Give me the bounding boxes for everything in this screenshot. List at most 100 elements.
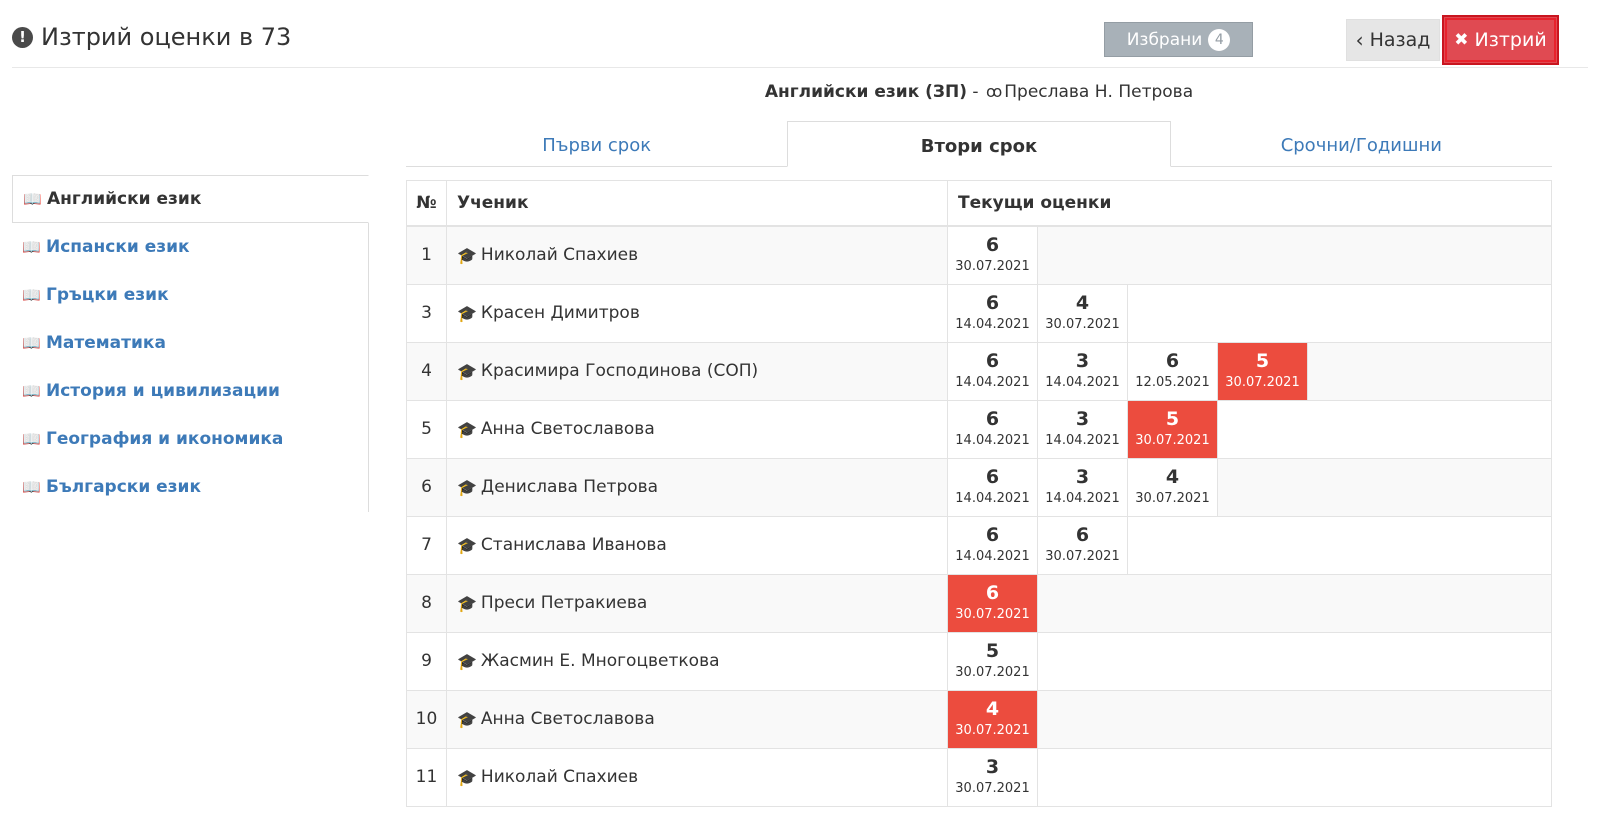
grade-date: 14.04.2021: [955, 549, 1030, 564]
grade-value: 4: [985, 698, 1000, 720]
sidebar-item-label: Английски език: [47, 189, 202, 209]
student-cell: 🎓 Станислава Иванова: [446, 515, 948, 575]
grade-date: 30.07.2021: [1225, 375, 1300, 390]
grade-item[interactable]: 6 14.04.2021: [948, 400, 1038, 458]
grade-date: 14.04.2021: [955, 433, 1030, 448]
row-number: 6: [406, 457, 447, 517]
grades-cell: 6 14.04.2021 3 14.04.2021 5 30.07.2021: [947, 399, 1552, 459]
grade-date: 30.07.2021: [1045, 549, 1120, 564]
grade-item[interactable]: 6 30.07.2021: [948, 226, 1038, 284]
grades-table: № Ученик Текущи оценки 1 🎓 Николай Спахиев…: [406, 180, 1552, 807]
tab-first-term[interactable]: Първи срок: [406, 121, 787, 166]
sidebar-item-history[interactable]: 📖 История и цивилизации: [12, 367, 368, 415]
grade-value: 6: [1075, 524, 1090, 546]
grades-cell: 6 14.04.2021 3 14.04.2021 6 12.05.2021 5 30.07.…: [947, 341, 1552, 401]
grade-item[interactable]: 3 14.04.2021: [1038, 400, 1128, 458]
grade-date: 30.07.2021: [955, 259, 1030, 274]
book-icon: 📖: [22, 478, 41, 496]
student-name: Анна Светославова: [480, 709, 655, 729]
row-number: 4: [406, 341, 447, 401]
grade-item[interactable]: 6 14.04.2021: [948, 342, 1038, 400]
grade-value: 6: [985, 350, 1000, 372]
grade-value: 6: [985, 466, 1000, 488]
grade-date: 30.07.2021: [955, 781, 1030, 796]
page-title: ! Изтрий оценки в 73: [12, 20, 291, 54]
grades-cell: 6 14.04.2021 6 30.07.2021: [947, 515, 1552, 575]
grade-item[interactable]: 4 30.07.2021: [1128, 458, 1218, 516]
subject-name: Английски език (ЗП): [764, 82, 967, 102]
table-row: 4 🎓 Красимира Господинова (СОП) 6 14.04.2021…: [406, 341, 1552, 401]
grade-item[interactable]: 5 30.07.2021: [948, 632, 1038, 690]
student-name: Анна Светославова: [480, 419, 655, 439]
book-icon: 📖: [22, 334, 41, 352]
grade-item[interactable]: 6 14.04.2021: [948, 284, 1038, 342]
student-cell: 🎓 Анна Светославова: [446, 399, 948, 459]
grade-item[interactable]: 3 14.04.2021: [1038, 458, 1128, 516]
sidebar-item-math[interactable]: 📖 Математика: [12, 319, 368, 367]
grade-item[interactable]: 4 30.07.2021: [1038, 284, 1128, 342]
grade-date: 12.05.2021: [1135, 375, 1210, 390]
sidebar-item-english[interactable]: 📖 Английски език: [12, 175, 369, 223]
student-cell: 🎓 Денислава Петрова: [446, 457, 948, 517]
table-row: 7 🎓 Станислава Иванова 6 14.04.2021 6 30.07.20…: [406, 515, 1552, 575]
graduation-cap-icon: 🎓: [457, 651, 477, 671]
table-row: 9 🎓 Жасмин Е. Многоцветкова 5 30.07.2021: [406, 631, 1552, 691]
grade-item[interactable]: 6 14.04.2021: [948, 516, 1038, 574]
student-name: Николай Спахиев: [480, 767, 639, 787]
sidebar-item-geography[interactable]: 📖 География и икономика: [12, 415, 368, 463]
grade-date: 30.07.2021: [1135, 433, 1210, 448]
grade-value: 4: [1075, 292, 1090, 314]
student-name: Красен Димитров: [480, 303, 640, 323]
table-row: 11 🎓 Николай Спахиев 3 30.07.2021: [406, 747, 1552, 807]
row-number: 3: [406, 283, 447, 343]
grade-item-marked[interactable]: 5 30.07.2021: [1128, 400, 1218, 458]
glasses-icon: ꝏ: [985, 82, 1003, 101]
student-name: Станислава Иванова: [480, 535, 667, 555]
col-header-no: №: [406, 180, 447, 227]
graduation-cap-icon: 🎓: [457, 535, 477, 555]
grade-date: 30.07.2021: [1135, 491, 1210, 506]
grades-cell: 6 14.04.2021 4 30.07.2021: [947, 283, 1552, 343]
back-button[interactable]: ‹ Назад: [1346, 19, 1440, 61]
grade-value: 4: [1165, 466, 1180, 488]
student-name: Красимира Господинова (СОП): [480, 361, 759, 381]
favorites-count-badge: 4: [1208, 28, 1231, 51]
grade-date: 14.04.2021: [1045, 491, 1120, 506]
grade-item[interactable]: 6 14.04.2021: [948, 458, 1038, 516]
tab-term-yearly[interactable]: Срочни/Годишни: [1171, 121, 1552, 166]
book-icon: 📖: [22, 238, 41, 256]
book-icon: 📖: [23, 190, 42, 208]
grade-date: 14.04.2021: [955, 375, 1030, 390]
close-icon: ✖: [1454, 30, 1469, 50]
grade-item-marked[interactable]: 6 30.07.2021: [948, 574, 1038, 632]
subject-separator: -: [967, 82, 984, 102]
grade-date: 14.04.2021: [955, 491, 1030, 506]
grade-value: 5: [985, 640, 1000, 662]
grades-cell: 4 30.07.2021: [947, 689, 1552, 749]
grade-item-marked[interactable]: 5 30.07.2021: [1218, 342, 1308, 400]
row-number: 1: [406, 225, 447, 285]
grade-value: 3: [1075, 350, 1090, 372]
grade-item[interactable]: 6 12.05.2021: [1128, 342, 1218, 400]
tab-second-term[interactable]: Втори срок: [787, 121, 1171, 167]
teacher-name: Преслава Н. Петрова: [1004, 82, 1194, 102]
grade-item-marked[interactable]: 4 30.07.2021: [948, 690, 1038, 748]
graduation-cap-icon: 🎓: [457, 245, 477, 265]
subjects-sidebar: 📖 Английски език 📖 Испански език 📖 Гръцк…: [12, 175, 369, 512]
sidebar-item-label: Математика: [46, 333, 166, 353]
delete-label: Изтрий: [1474, 29, 1547, 51]
favorites-button[interactable]: Избрани 4: [1104, 22, 1253, 57]
sidebar-item-greek[interactable]: 📖 Гръцки език: [12, 271, 368, 319]
grade-item[interactable]: 3 30.07.2021: [948, 748, 1038, 806]
table-header-row: № Ученик Текущи оценки: [406, 180, 1552, 227]
table-row: 3 🎓 Красен Димитров 6 14.04.2021 4 30.07.2021: [406, 283, 1552, 343]
row-number: 10: [406, 689, 447, 749]
sidebar-item-label: География и икономика: [46, 429, 284, 449]
grade-item[interactable]: 3 14.04.2021: [1038, 342, 1128, 400]
grade-item[interactable]: 6 30.07.2021: [1038, 516, 1128, 574]
delete-button[interactable]: ✖ Изтрий: [1442, 15, 1559, 65]
sidebar-item-bulgarian[interactable]: 📖 Български език: [12, 463, 368, 511]
sidebar-item-spanish[interactable]: 📖 Испански език: [12, 223, 368, 271]
exclamation-circle-icon: !: [12, 26, 33, 48]
grade-value: 6: [985, 234, 1000, 256]
